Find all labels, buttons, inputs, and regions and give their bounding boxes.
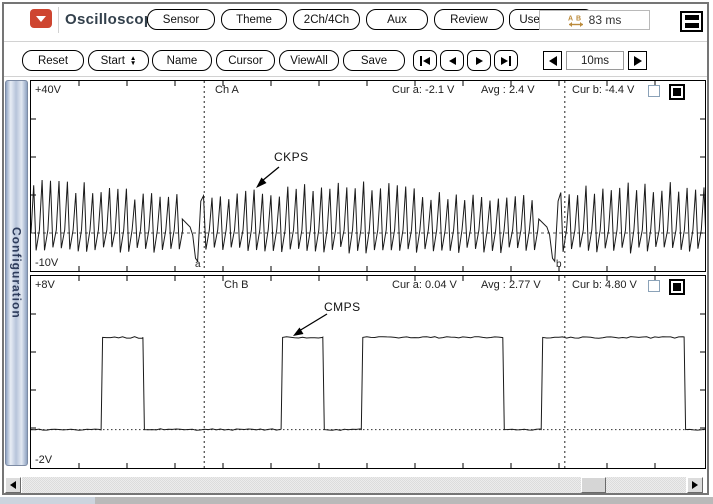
cur-a-label: Cur a: <box>392 279 422 291</box>
channel-b-cursor-b-readout: Cur b: 4.80 V <box>572 279 637 291</box>
desktop-strip-accent <box>0 497 95 504</box>
skip-last-button[interactable] <box>494 50 518 71</box>
viewall-button-label: ViewAll <box>290 55 328 67</box>
toolbar-separator <box>4 41 707 42</box>
save-button-label: Save <box>361 55 387 67</box>
channel-a-color-toggle[interactable] <box>669 84 685 100</box>
desktop-strip <box>0 497 713 504</box>
start-spinner-icon: ▲▼ <box>130 56 136 66</box>
chevron-down-icon <box>36 16 46 22</box>
step-forward-button[interactable] <box>467 50 491 71</box>
cursor-a-tag: a <box>195 259 201 270</box>
skip-first-icon <box>420 56 423 66</box>
viewall-button[interactable]: ViewAll <box>279 50 339 71</box>
cur-a-value: 0.04 V <box>425 279 457 291</box>
channel-b-cursor-a-readout: Cur a: 0.04 V <box>392 279 457 291</box>
channel-mode-label: 2Ch/4Ch <box>304 14 349 26</box>
channel-b-panel: +8V Ch B Cur a: 0.04 V Avg : 2.77 V Cur … <box>30 275 706 469</box>
configuration-drawer[interactable]: Configuration <box>5 80 28 466</box>
menu-bar <box>685 23 699 28</box>
channel-b-name: Ch B <box>224 279 248 291</box>
timebase-decrease-button[interactable] <box>543 51 562 70</box>
cur-b-value: 4.80 V <box>605 279 637 291</box>
ab-cursor-time-icon: A B <box>568 14 584 27</box>
cursor-button[interactable]: Cursor <box>216 50 275 71</box>
cur-b-label: Cur b: <box>572 279 602 291</box>
app-menu-button[interactable] <box>30 9 52 28</box>
name-button[interactable]: Name <box>152 50 212 71</box>
timebase-increase-button[interactable] <box>628 51 647 70</box>
list-menu-icon[interactable] <box>680 11 703 32</box>
step-back-icon <box>449 57 456 65</box>
channel-a-waveform <box>31 81 705 271</box>
horizontal-scrollbar-thumb[interactable] <box>581 477 606 493</box>
review-button-label: Review <box>450 14 488 26</box>
step-forward-icon <box>476 57 483 65</box>
reset-button-label: Reset <box>38 55 68 67</box>
channel-a-checkbox[interactable] <box>648 85 660 97</box>
cursor-b-tag: b <box>556 259 562 270</box>
configuration-drawer-label: Configuration <box>10 227 24 319</box>
scroll-left-button[interactable] <box>5 477 21 493</box>
avg-label: Avg : <box>481 279 506 291</box>
toolbar-separator-2 <box>4 76 707 77</box>
channel-b-avg-readout: Avg : 2.77 V <box>481 279 541 291</box>
cmps-annotation: CMPS <box>324 300 361 314</box>
timebase-value: 10ms <box>581 55 609 67</box>
color-swatch <box>673 283 681 291</box>
menu-bar <box>685 15 699 20</box>
name-button-label: Name <box>167 55 198 67</box>
step-back-button[interactable] <box>440 50 464 71</box>
right-arrow-icon <box>634 56 642 66</box>
avg-value: 2.4 V <box>509 84 535 96</box>
left-arrow-icon <box>10 481 16 489</box>
right-arrow-icon <box>692 481 698 489</box>
cursor-button-label: Cursor <box>228 55 263 67</box>
cur-b-label: Cur b: <box>572 84 602 96</box>
color-swatch <box>673 88 681 96</box>
channel-a-cursor-b-readout: Cur b: -4.4 V <box>572 84 634 96</box>
theme-button[interactable]: Theme <box>221 9 287 30</box>
channel-a-name: Ch A <box>215 84 239 96</box>
reset-button[interactable]: Reset <box>22 50 84 71</box>
left-arrow-icon <box>549 56 557 66</box>
skip-first-icon <box>423 57 430 65</box>
ab-time-value: 83 ms <box>589 13 622 27</box>
channel-a-avg-readout: Avg : 2.4 V <box>481 84 535 96</box>
aux-button[interactable]: Aux <box>366 9 428 30</box>
cur-b-value: -4.4 V <box>605 84 634 96</box>
avg-label: Avg : <box>481 84 506 96</box>
channel-a-vmax-label: +40V <box>35 84 61 96</box>
timebase-readout: 10ms <box>566 51 624 70</box>
theme-button-label: Theme <box>236 14 272 26</box>
channel-b-color-toggle[interactable] <box>669 279 685 295</box>
channel-mode-button[interactable]: 2Ch/4Ch <box>293 9 360 30</box>
channel-b-vmax-label: +8V <box>35 279 55 291</box>
scroll-right-button[interactable] <box>687 477 703 493</box>
channel-b-checkbox[interactable] <box>648 280 660 292</box>
svg-text:B: B <box>576 15 581 22</box>
sensor-button-label: Sensor <box>163 14 199 26</box>
sensor-button[interactable]: Sensor <box>147 9 215 30</box>
title-separator <box>58 7 59 33</box>
ckps-annotation: CKPS <box>274 150 309 164</box>
channel-a-cursor-a-readout: Cur a: -2.1 V <box>392 84 454 96</box>
save-button[interactable]: Save <box>343 50 405 71</box>
skip-last-icon <box>501 57 508 65</box>
aux-button-label: Aux <box>387 14 407 26</box>
ab-time-readout: A B 83 ms <box>539 10 650 30</box>
start-button[interactable]: Start ▲▼ <box>88 50 149 71</box>
skip-last-icon <box>509 56 512 66</box>
channel-a-vmin-label: -10V <box>35 257 58 269</box>
channel-b-waveform <box>31 276 705 468</box>
skip-first-button[interactable] <box>413 50 437 71</box>
svg-text:A: A <box>568 15 573 22</box>
cur-a-label: Cur a: <box>392 84 422 96</box>
review-button[interactable]: Review <box>434 9 504 30</box>
avg-value: 2.77 V <box>509 279 541 291</box>
start-button-label: Start <box>101 55 125 67</box>
channel-a-panel: +40V Ch A Cur a: -2.1 V Avg : 2.4 V Cur … <box>30 80 706 272</box>
cur-a-value: -2.1 V <box>425 84 454 96</box>
channel-b-vmin-label: -2V <box>35 454 52 466</box>
